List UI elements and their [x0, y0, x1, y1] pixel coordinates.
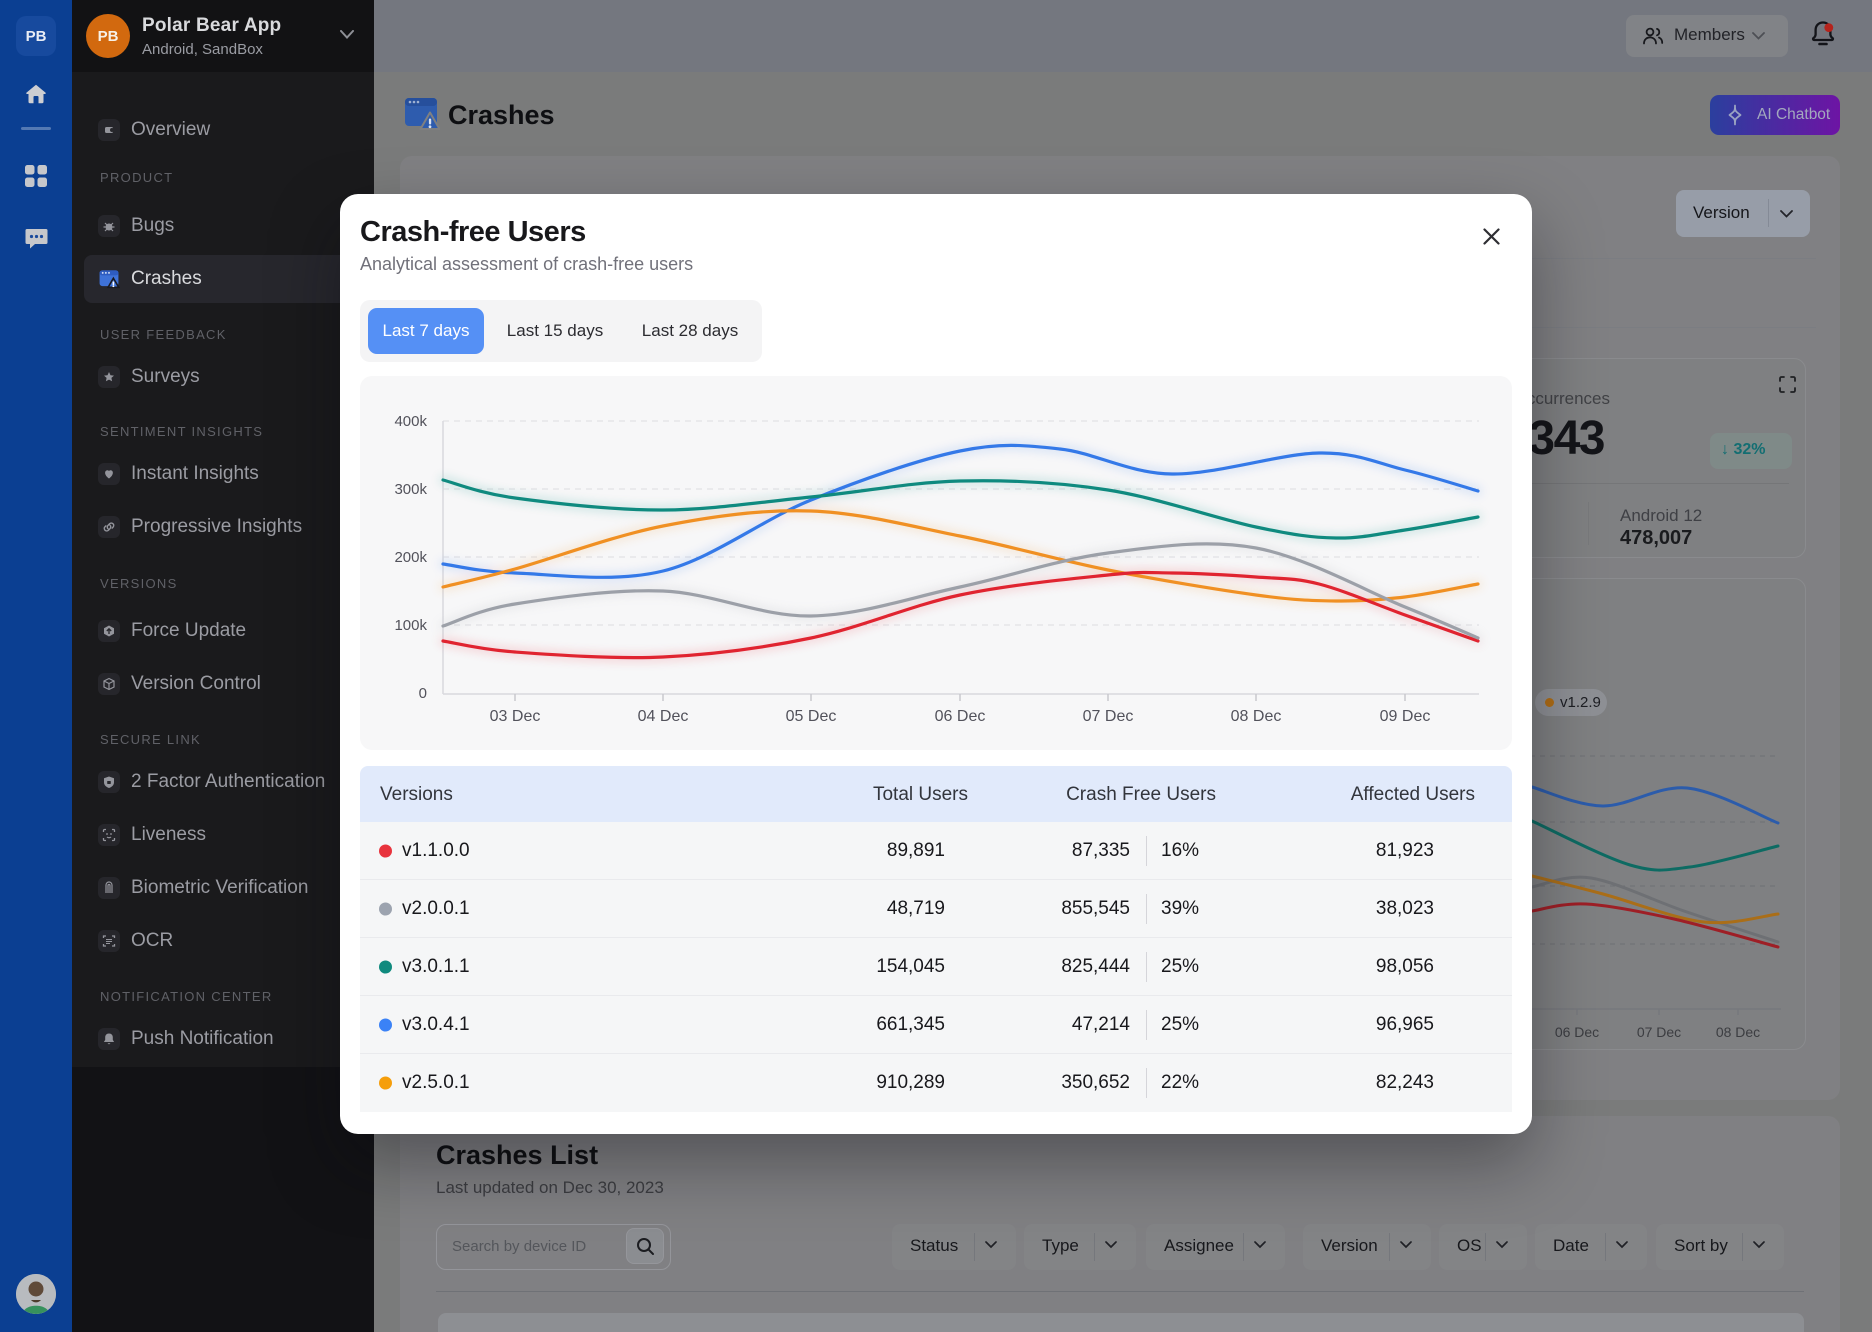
svg-text:08 Dec: 08 Dec: [1231, 708, 1282, 725]
svg-text:07 Dec: 07 Dec: [1637, 1024, 1681, 1040]
svg-text:06 Dec: 06 Dec: [1555, 1024, 1599, 1040]
svg-text:300k: 300k: [394, 481, 427, 498]
svg-text:03 Dec: 03 Dec: [490, 708, 541, 725]
svg-text:05 Dec: 05 Dec: [786, 708, 837, 725]
svg-text:100k: 100k: [394, 617, 427, 634]
svg-text:07 Dec: 07 Dec: [1083, 708, 1134, 725]
svg-text:400k: 400k: [394, 413, 427, 430]
svg-text:04 Dec: 04 Dec: [638, 708, 689, 725]
svg-text:06 Dec: 06 Dec: [935, 708, 986, 725]
svg-text:09 Dec: 09 Dec: [1380, 708, 1431, 725]
svg-text:08 Dec: 08 Dec: [1716, 1024, 1760, 1040]
svg-text:0: 0: [419, 685, 427, 702]
svg-text:200k: 200k: [394, 549, 427, 566]
